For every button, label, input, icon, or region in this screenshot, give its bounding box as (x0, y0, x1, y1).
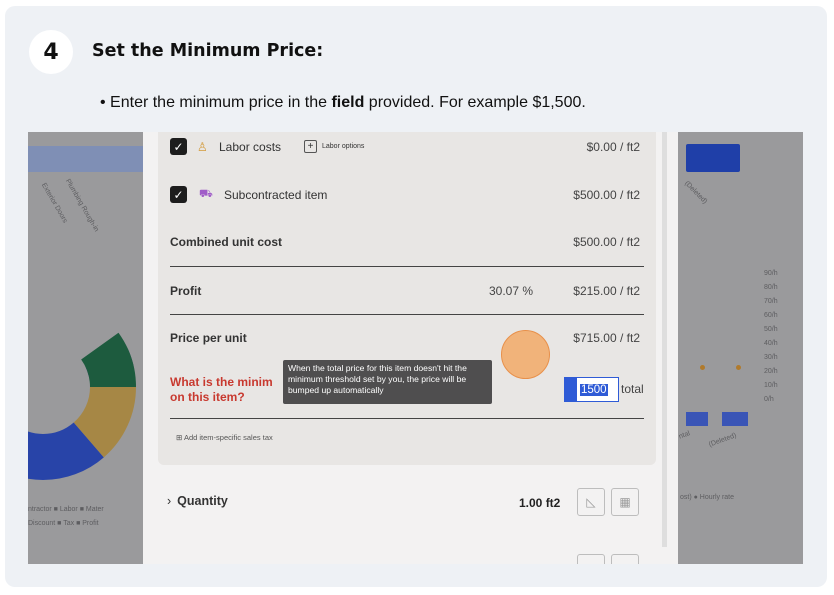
tick: 80/h (764, 284, 778, 291)
tick: 40/h (764, 340, 778, 347)
step-title: Set the Minimum Price: (92, 41, 324, 61)
scrollbar[interactable] (662, 132, 667, 547)
tick: 70/h (764, 298, 778, 305)
legend-hourly-rate: ost) ● Hourly rate (680, 494, 735, 501)
price-per-unit-amount: $715.00 / ft2 (573, 330, 640, 345)
question-line-1: What is the minim (170, 375, 273, 389)
calculator-icon[interactable]: ▦ (611, 488, 639, 516)
truck-icon: ⛟ (199, 187, 213, 200)
background-chart-right: (Deleted) 90/h 80/h 70/h 60/h 50/h 40/h … (678, 132, 803, 564)
labor-costs-checkbox[interactable]: ✓ (170, 138, 187, 155)
tick: 20/h (764, 368, 778, 375)
labor-options-link[interactable]: Labor options (322, 143, 364, 150)
item-cost-panel: ✓ ♙ Labor costs + Labor options $0.00 / … (143, 132, 678, 564)
legend-line-1: ntractor ■ Labor ■ Mater (28, 506, 104, 513)
question-line-2: on this item? (170, 390, 245, 404)
divider (170, 418, 644, 419)
combined-unit-cost-label: Combined unit cost (170, 234, 282, 249)
quantity-label: Quantity (177, 494, 228, 508)
drag-handle-icon (564, 377, 577, 402)
plus-icon[interactable]: + (304, 140, 317, 153)
bg-bar (722, 412, 748, 426)
axis-label-plumbing: Plumbing Rough-in (63, 178, 100, 234)
axis-label-exterior-doors: Exterior Doors (39, 182, 69, 225)
labor-costs-amount: $0.00 / ft2 (586, 139, 640, 154)
quantity-toggle[interactable]: › Quantity (167, 494, 228, 508)
divider (170, 314, 644, 315)
price-per-unit-label: Price per unit (170, 330, 247, 345)
profit-label: Profit (170, 283, 202, 298)
bg-bar (686, 412, 708, 426)
subcontracted-row: ✓ ⛟ Subcontracted item $500.00 / ft2 (158, 186, 656, 203)
tick: 90/h (764, 270, 778, 277)
step-instruction: • Enter the minimum price in the field p… (100, 94, 586, 111)
click-indicator (501, 330, 550, 379)
bg-button (686, 144, 740, 172)
labor-icon: ♙ (197, 139, 208, 154)
ntal-label: ntal (678, 430, 692, 441)
legend-line-2: Discount ■ Tax ■ Profit (28, 520, 99, 527)
quantity-value: 1.00 ft2 (519, 496, 561, 510)
tick: 30/h (764, 354, 778, 361)
deleted-label-top: (Deleted) (683, 180, 709, 206)
next-row-icon[interactable] (577, 554, 605, 564)
subcontracted-checkbox[interactable]: ✓ (170, 186, 187, 203)
app-screenshot: Exterior Doors Plumbing Rough-in ntracto… (28, 132, 803, 564)
tick: 0/h (764, 396, 774, 403)
chevron-right-icon: › (167, 494, 172, 508)
combined-unit-cost-row: Combined unit cost $500.00 / ft2 (158, 233, 656, 250)
subcontracted-amount: $500.00 / ft2 (573, 187, 640, 202)
minimum-price-tooltip: When the total price for this item doesn… (283, 360, 492, 404)
labor-costs-row: ✓ ♙ Labor costs + Labor options $0.00 / … (158, 138, 656, 155)
profit-percent: 30.07 % (489, 283, 534, 298)
total-suffix: total (621, 382, 644, 396)
tick: 60/h (764, 312, 778, 319)
next-row-icon-2[interactable] (611, 554, 639, 564)
price-per-unit-row: Price per unit $715.00 / ft2 (158, 329, 656, 346)
minimum-price-value: 1500 (580, 383, 608, 396)
hourly-rate-dot (736, 365, 741, 370)
deleted-label-bottom: (Deleted) (708, 432, 738, 449)
hourly-rate-dot (700, 365, 705, 370)
profit-amount: $215.00 / ft2 (573, 283, 640, 298)
tick: 10/h (764, 382, 778, 389)
divider (170, 266, 644, 267)
labor-costs-label: Labor costs (219, 139, 282, 154)
add-sales-tax-link[interactable]: ⊞ Add item-specific sales tax (176, 433, 273, 442)
ruler-icon[interactable]: ◺ (577, 488, 605, 516)
donut-chart (28, 294, 136, 480)
subcontracted-label: Subcontracted item (224, 187, 328, 202)
step-number-badge: 4 (29, 30, 73, 74)
bg-bar (28, 146, 143, 172)
combined-unit-cost-amount: $500.00 / ft2 (573, 234, 640, 249)
tutorial-step-card: 4 Set the Minimum Price: • Enter the min… (5, 6, 827, 587)
minimum-price-question: What is the minim on this item? (170, 375, 273, 405)
tick: 50/h (764, 326, 778, 333)
background-chart-left: Exterior Doors Plumbing Rough-in ntracto… (28, 132, 143, 564)
cost-breakdown-section: ✓ ♙ Labor costs + Labor options $0.00 / … (158, 132, 656, 465)
profit-row: Profit 30.07 % $215.00 / ft2 (158, 282, 656, 299)
